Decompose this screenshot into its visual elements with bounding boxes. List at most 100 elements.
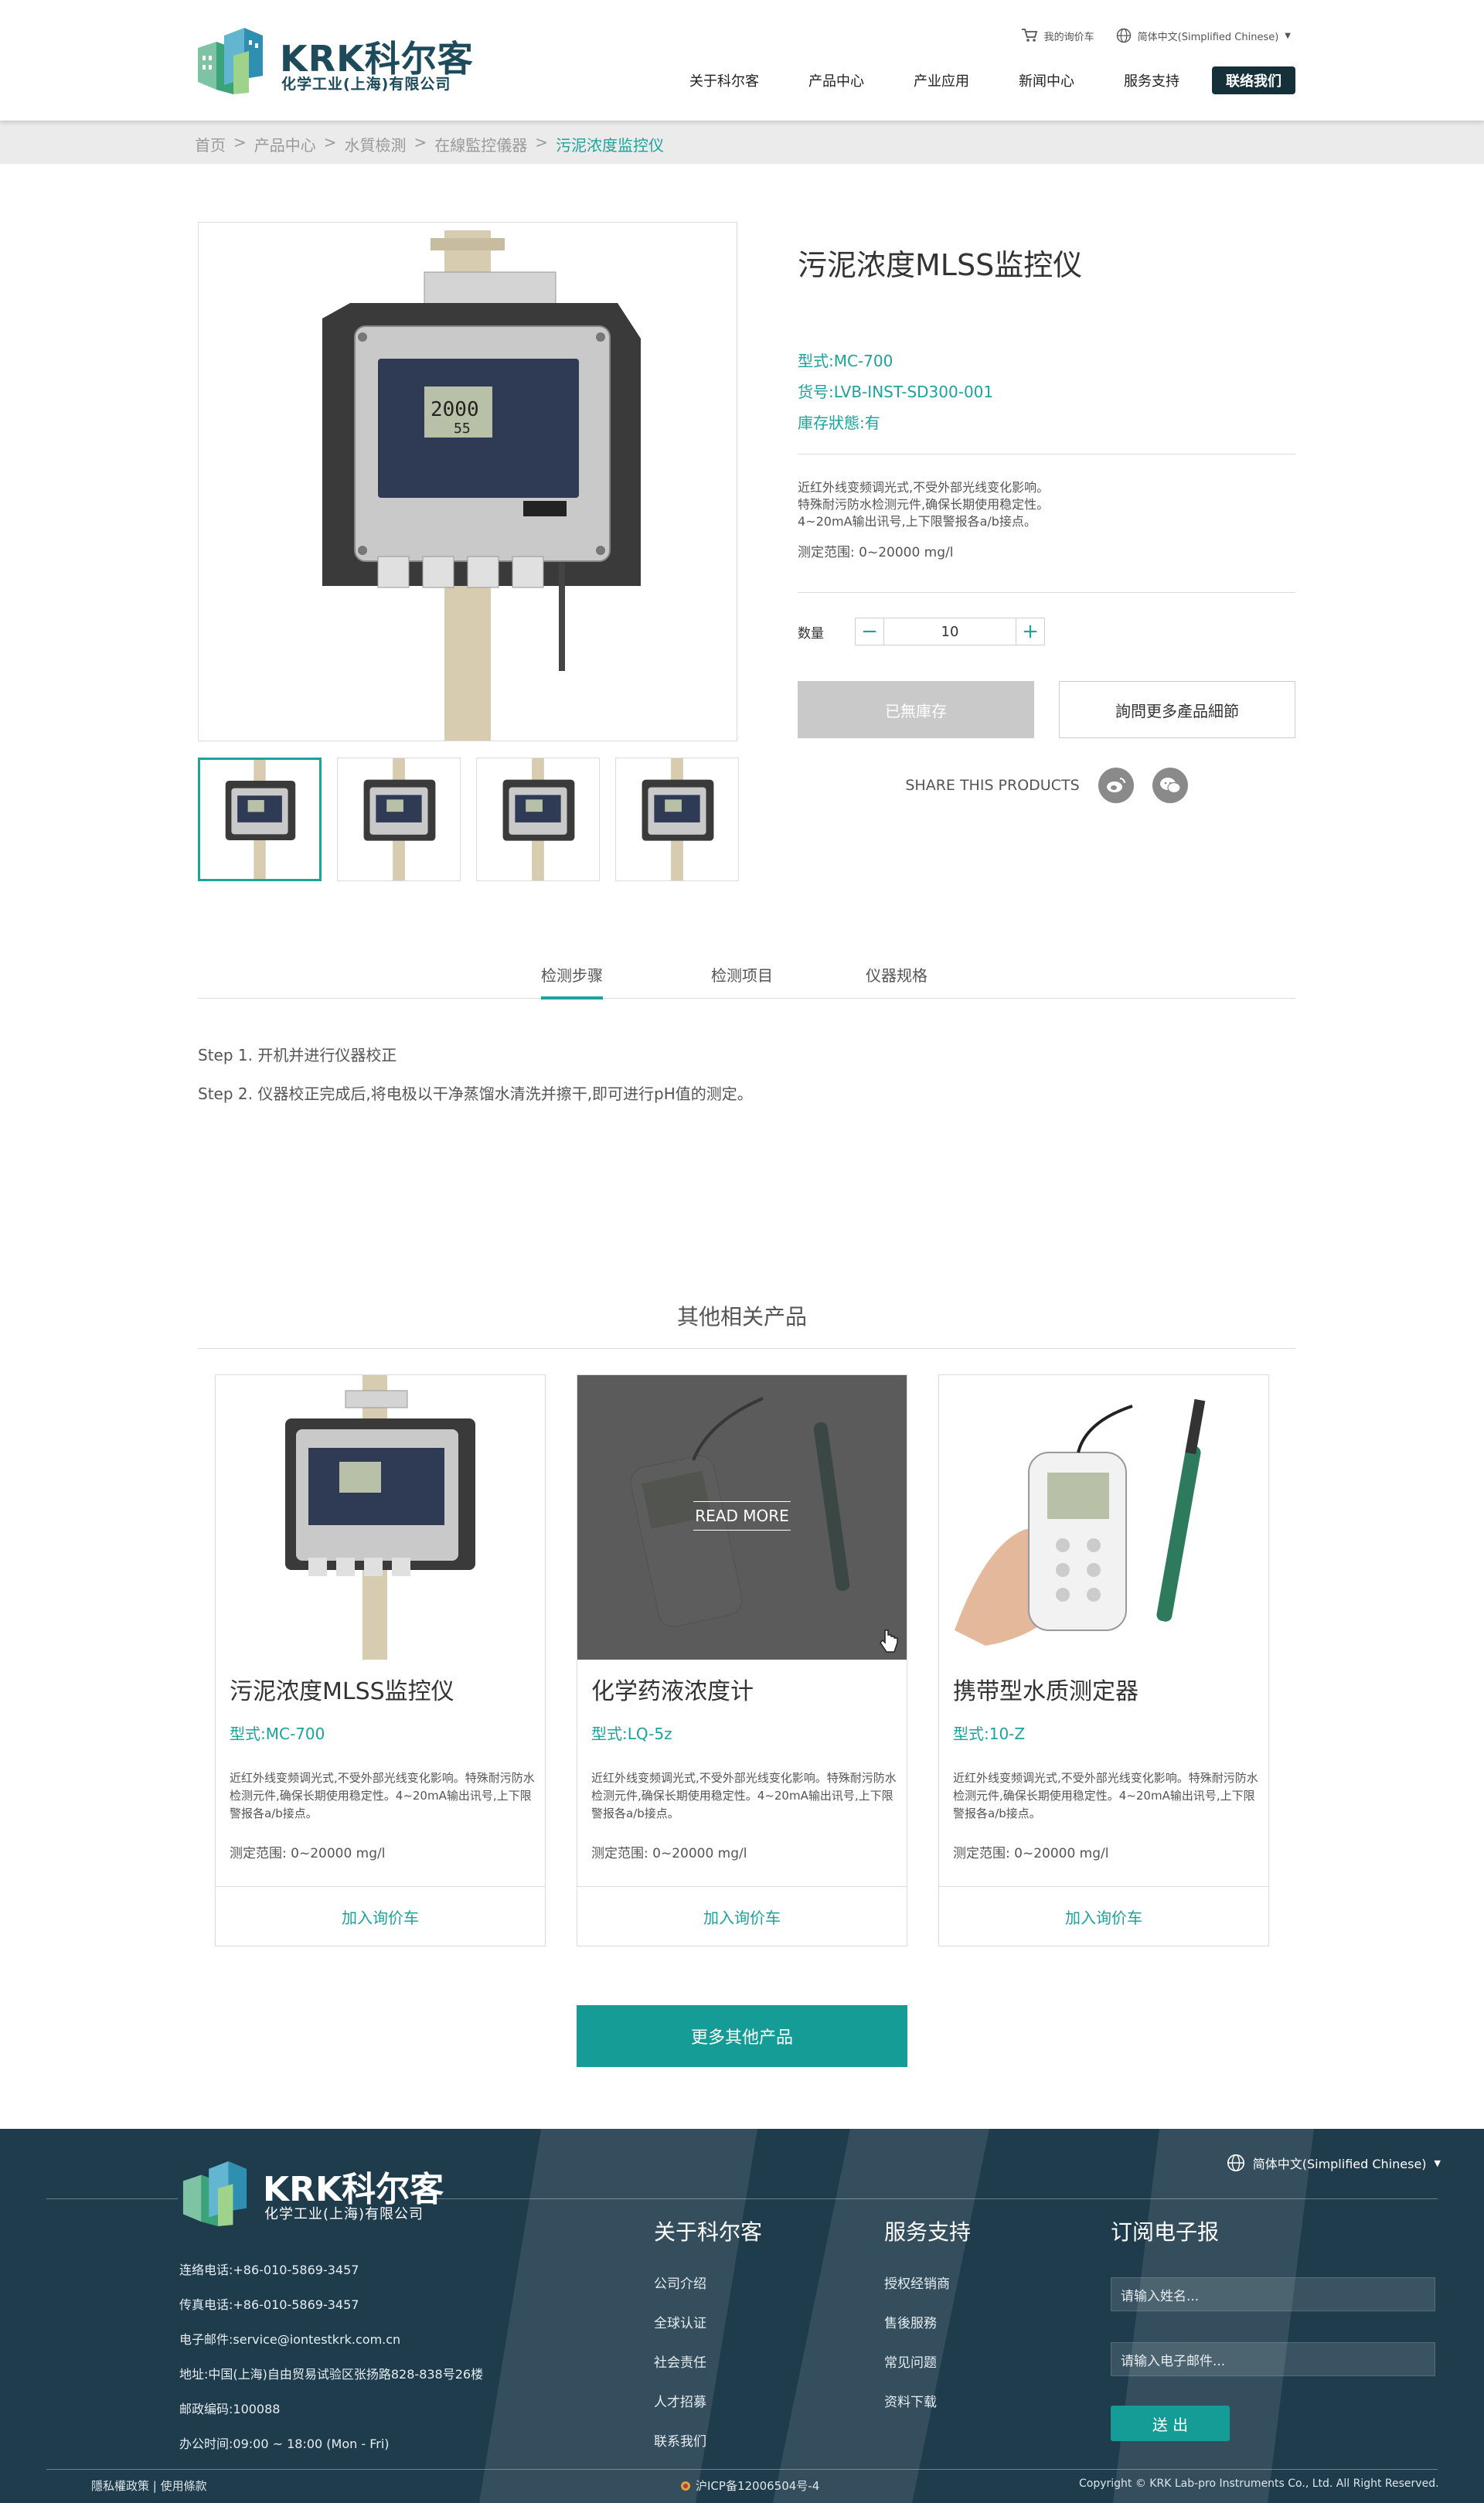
divider [198, 1348, 1295, 1349]
quantity-input[interactable]: 10 [883, 618, 1016, 645]
divider [798, 592, 1295, 593]
breadcrumb-online-monitors[interactable]: 在線監控儀器 [434, 133, 527, 155]
language-label: 简体中文(Simplified Chinese) [1137, 31, 1279, 43]
breadcrumb-products[interactable]: 产品中心 [254, 133, 316, 155]
monitor-device-image: 2000 55 [322, 230, 641, 741]
portable-water-tester-image [955, 1398, 1206, 1646]
footer-link[interactable]: 常见问题 [884, 2344, 971, 2383]
nav-contact-button[interactable]: 联络我们 [1212, 66, 1295, 94]
nav-item-service[interactable]: 服务支持 [1099, 70, 1204, 90]
footer-col-title: 关于科尔客 [654, 2219, 763, 2245]
language-selector[interactable]: 简体中文(Simplified Chinese) ▼ [1116, 28, 1291, 43]
site-logo[interactable]: KRK科尔客 化学工业(上海)有限公司 [193, 25, 473, 96]
card-description: 近红外线变频调光式,不受外部光线变化影响。特殊耐污防水检测元件,确保长期使用稳定… [591, 1771, 897, 1820]
globe-icon [1227, 2154, 1244, 2172]
nav-item-about[interactable]: 关于科尔客 [665, 70, 784, 90]
nav-item-products[interactable]: 产品中心 [784, 70, 889, 90]
newsletter-submit-button[interactable]: 送 出 [1111, 2406, 1230, 2441]
tab-steps[interactable]: 检测步骤 [541, 963, 603, 999]
breadcrumb-current: 污泥浓度监控仪 [556, 136, 665, 155]
footer-link[interactable]: 人才招募 [654, 2383, 762, 2423]
breadcrumb-water-testing[interactable]: 水質檢測 [345, 133, 407, 155]
footer-language-selector[interactable]: 简体中文(Simplified Chinese) ▼ [1227, 2154, 1441, 2172]
tab-specs[interactable]: 仪器规格 [866, 963, 928, 996]
inquire-details-button[interactable]: 詢問更多產品細節 [1059, 681, 1295, 738]
contact-postcode: 邮政编码:100088 [179, 2402, 281, 2416]
thumbnail-3[interactable] [476, 758, 600, 881]
nav-item-industries[interactable]: 产业应用 [889, 70, 994, 90]
thumbnail-1[interactable] [198, 758, 322, 881]
more-products-button[interactable]: 更多其他产品 [577, 2005, 907, 2067]
product-sku: 货号:LVB-INST-SD300-001 [798, 383, 994, 401]
add-to-inquiry-button[interactable]: 加入询价车 [577, 1886, 907, 1946]
card-description: 近红外线变频调光式,不受外部光线变化影响。特殊耐污防水检测元件,确保长期使用稳定… [953, 1771, 1258, 1820]
copyright: Copyright © KRK Lab-pro Instruments Co.,… [1079, 2477, 1439, 2490]
breadcrumb-separator: > [233, 133, 247, 152]
related-product-card[interactable]: READ MORE 化学药液浓度计 型式:LQ-5z 近红外线变频调光式,不受外… [577, 1374, 907, 1946]
card-title[interactable]: 化学药液浓度计 [591, 1672, 754, 1706]
privacy-terms-link[interactable]: 隱私權政策 | 使用條款 [91, 2477, 207, 2494]
product-thumbnails [198, 758, 739, 881]
footer-link[interactable]: 联系我们 [654, 2423, 762, 2462]
related-product-card[interactable]: 携带型水质测定器 型式:10-Z 近红外线变频调光式,不受外部光线变化影响。特殊… [938, 1374, 1269, 1946]
footer-link[interactable]: 公司介绍 [654, 2265, 762, 2304]
add-to-inquiry-button[interactable]: 加入询价车 [939, 1886, 1268, 1946]
contact-phone: 连络电话:+86-010-5869-3457 [179, 2263, 359, 2277]
icp-record[interactable]: 沪ICP备12006504号-4 [680, 2477, 819, 2494]
card-model: 型式:LQ-5z [591, 1725, 672, 1743]
breadcrumb-separator: > [414, 133, 427, 152]
footer-logo[interactable]: KRK科尔客 化学工业(上海)有限公司 [178, 2158, 471, 2228]
step-line: Step 2. 仪器校正完成后,将电极以干净蒸馏水清洗并擦干,即可进行pH值的测… [198, 1085, 753, 1103]
weibo-icon[interactable] [1098, 768, 1134, 803]
cart-label: 我的询价车 [1043, 31, 1094, 43]
logo-icon [198, 28, 263, 94]
inquiry-cart-link[interactable]: 我的询价车 [1021, 28, 1094, 43]
footer-link[interactable]: 售後服務 [884, 2304, 971, 2344]
related-product-card[interactable]: 污泥浓度MLSS监控仪 型式:MC-700 近红外线变频调光式,不受外部光线变化… [215, 1374, 546, 1946]
contact-hours: 办公时间:09:00 ~ 18:00 (Mon - Fri) [179, 2437, 390, 2451]
card-model: 型式:10-Z [953, 1725, 1026, 1743]
globe-icon [1116, 28, 1131, 43]
footer-col-about: 关于科尔客 公司介绍 全球认证 社会责任 人才招募 联系我们 [654, 2215, 762, 2462]
logo-sub-text: 化学工业(上海)有限公司 [281, 76, 451, 93]
newsletter-name-input[interactable]: 请输入姓名... [1111, 2277, 1435, 2311]
product-range: 测定范围: 0~20000 mg/l [798, 545, 954, 560]
card-image[interactable] [216, 1375, 545, 1660]
nav-item-news[interactable]: 新闻中心 [994, 70, 1099, 90]
read-more-link[interactable]: READ MORE [577, 1501, 907, 1531]
card-image[interactable] [939, 1375, 1268, 1660]
card-image[interactable]: READ MORE [577, 1375, 907, 1660]
card-title[interactable]: 污泥浓度MLSS监控仪 [230, 1672, 454, 1706]
thumbnail-2[interactable] [337, 758, 461, 881]
thumbnail-image [502, 758, 575, 880]
quantity-minus-button[interactable]: − [856, 618, 883, 645]
share-bar: SHARE THIS PRODUCTS [798, 768, 1295, 803]
wechat-icon[interactable] [1152, 768, 1188, 803]
breadcrumb: 首页 > 产品中心 > 水質檢測 > 在線監控儀器 > 污泥浓度监控仪 [195, 133, 664, 155]
card-title[interactable]: 携带型水质测定器 [953, 1672, 1139, 1706]
product-tabs: 检测步骤 检测项目 仪器规格 [198, 959, 1295, 999]
card-range: 测定范围: 0~20000 mg/l [591, 1846, 747, 1861]
footer-language-label: 简体中文(Simplified Chinese) [1252, 2157, 1427, 2171]
out-of-stock-button[interactable]: 已無庫存 [798, 681, 1034, 738]
product-model: 型式:MC-700 [798, 352, 893, 370]
footer-link[interactable]: 社会责任 [654, 2344, 762, 2383]
breadcrumb-home[interactable]: 首页 [195, 133, 226, 155]
product-info-panel: 污泥浓度MLSS监控仪 型式:MC-700 货号:LVB-INST-SD300-… [798, 241, 1295, 803]
site-footer: KRK科尔客 化学工业(上海)有限公司 简体中文(Simplified Chin… [0, 2129, 1484, 2503]
footer-link[interactable]: 资料下载 [884, 2383, 971, 2423]
add-to-inquiry-button[interactable]: 加入询价车 [216, 1886, 545, 1946]
tab-items[interactable]: 检测项目 [711, 963, 773, 996]
contact-email[interactable]: 电子邮件:service@iontestkrk.com.cn [179, 2322, 483, 2357]
contact-fax: 传真电话:+86-010-5869-3457 [179, 2297, 359, 2312]
footer-divider [46, 2198, 178, 2199]
footer-link[interactable]: 全球认证 [654, 2304, 762, 2344]
thumbnail-4[interactable] [615, 758, 739, 881]
monitor-device-image [285, 1375, 475, 1660]
footer-link[interactable]: 授权经销商 [884, 2265, 971, 2304]
newsletter-email-input[interactable]: 请输入电子邮件... [1111, 2342, 1435, 2376]
quantity-plus-button[interactable]: + [1016, 618, 1044, 645]
product-main-image[interactable]: 2000 55 [198, 222, 737, 741]
thumbnail-image [642, 758, 714, 880]
quantity-row: 数量 − 10 + [798, 618, 1295, 645]
